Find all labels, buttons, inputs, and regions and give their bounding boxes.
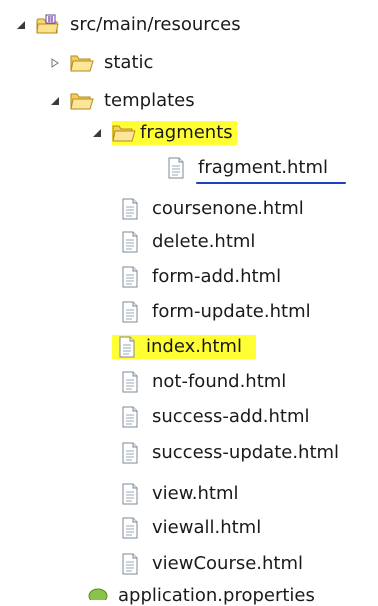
html-file-icon: [118, 230, 142, 254]
tree-node-fragment-html[interactable]: fragment.html: [164, 155, 332, 181]
tree-node-file-index[interactable]: index.html: [112, 334, 256, 360]
html-file-icon: [118, 300, 142, 324]
tree-node-label: viewall.html: [152, 517, 262, 538]
collapse-arrow-icon[interactable]: [48, 56, 62, 70]
tree-node-label: src/main/resources: [70, 14, 241, 35]
tree-node-file[interactable]: form-add.html: [118, 264, 285, 290]
tree-node-file[interactable]: delete.html: [118, 229, 259, 255]
html-file-icon: [112, 335, 142, 359]
fragment-underline: [196, 182, 346, 184]
tree-node-label: view.html: [152, 483, 239, 504]
tree-node-label: form-update.html: [152, 301, 311, 322]
package-folder-icon: [36, 13, 60, 37]
tree-node-label: viewCourse.html: [152, 553, 304, 574]
tree-node-label: success-update.html: [152, 442, 340, 463]
html-file-icon: [118, 405, 142, 429]
tree-node-label: index.html: [142, 335, 256, 359]
tree-node-label: templates: [104, 90, 195, 111]
tree-node-file[interactable]: viewCourse.html: [118, 551, 307, 577]
tree-node-label: delete.html: [152, 231, 256, 252]
html-file-icon: [118, 370, 142, 394]
project-explorer-tree: src/main/resources static templates frag…: [0, 0, 378, 606]
folder-icon: [70, 51, 94, 75]
tree-node-label: fragments: [136, 121, 237, 145]
tree-node-label: success-add.html: [152, 406, 310, 427]
html-file-icon: [118, 197, 142, 221]
tree-node-src-main-resources[interactable]: src/main/resources: [14, 12, 245, 38]
html-file-icon: [118, 482, 142, 506]
expand-arrow-icon[interactable]: [90, 126, 104, 140]
folder-open-icon: [112, 121, 136, 145]
tree-node-label: coursenone.html: [152, 198, 304, 219]
tree-node-label: form-add.html: [152, 266, 282, 287]
tree-node-file[interactable]: success-update.html: [118, 440, 343, 466]
html-file-icon: [118, 265, 142, 289]
html-file-icon: [118, 441, 142, 465]
tree-node-fragments[interactable]: fragments: [90, 120, 237, 146]
folder-open-icon: [70, 89, 94, 113]
tree-node-templates[interactable]: templates: [48, 88, 199, 114]
tree-node-file[interactable]: form-update.html: [118, 299, 315, 325]
html-file-icon: [118, 552, 142, 576]
tree-node-file[interactable]: coursenone.html: [118, 196, 308, 222]
tree-node-static[interactable]: static: [48, 50, 157, 76]
tree-node-label: not-found.html: [152, 371, 287, 392]
tree-node-file[interactable]: viewall.html: [118, 515, 265, 541]
expand-arrow-icon[interactable]: [14, 18, 28, 32]
expand-arrow-icon[interactable]: [48, 94, 62, 108]
tree-node-file[interactable]: not-found.html: [118, 369, 290, 395]
tree-node-label: static: [104, 52, 154, 73]
tree-node-file[interactable]: success-add.html: [118, 404, 314, 430]
properties-file-icon: [86, 586, 110, 600]
tree-node-file[interactable]: view.html: [118, 481, 243, 507]
html-file-icon: [118, 516, 142, 540]
tree-node-label: fragment.html: [198, 157, 328, 178]
html-file-icon: [164, 156, 188, 180]
tree-node-label: application.properties: [118, 585, 315, 606]
tree-node-application-properties[interactable]: application.properties: [86, 586, 319, 606]
